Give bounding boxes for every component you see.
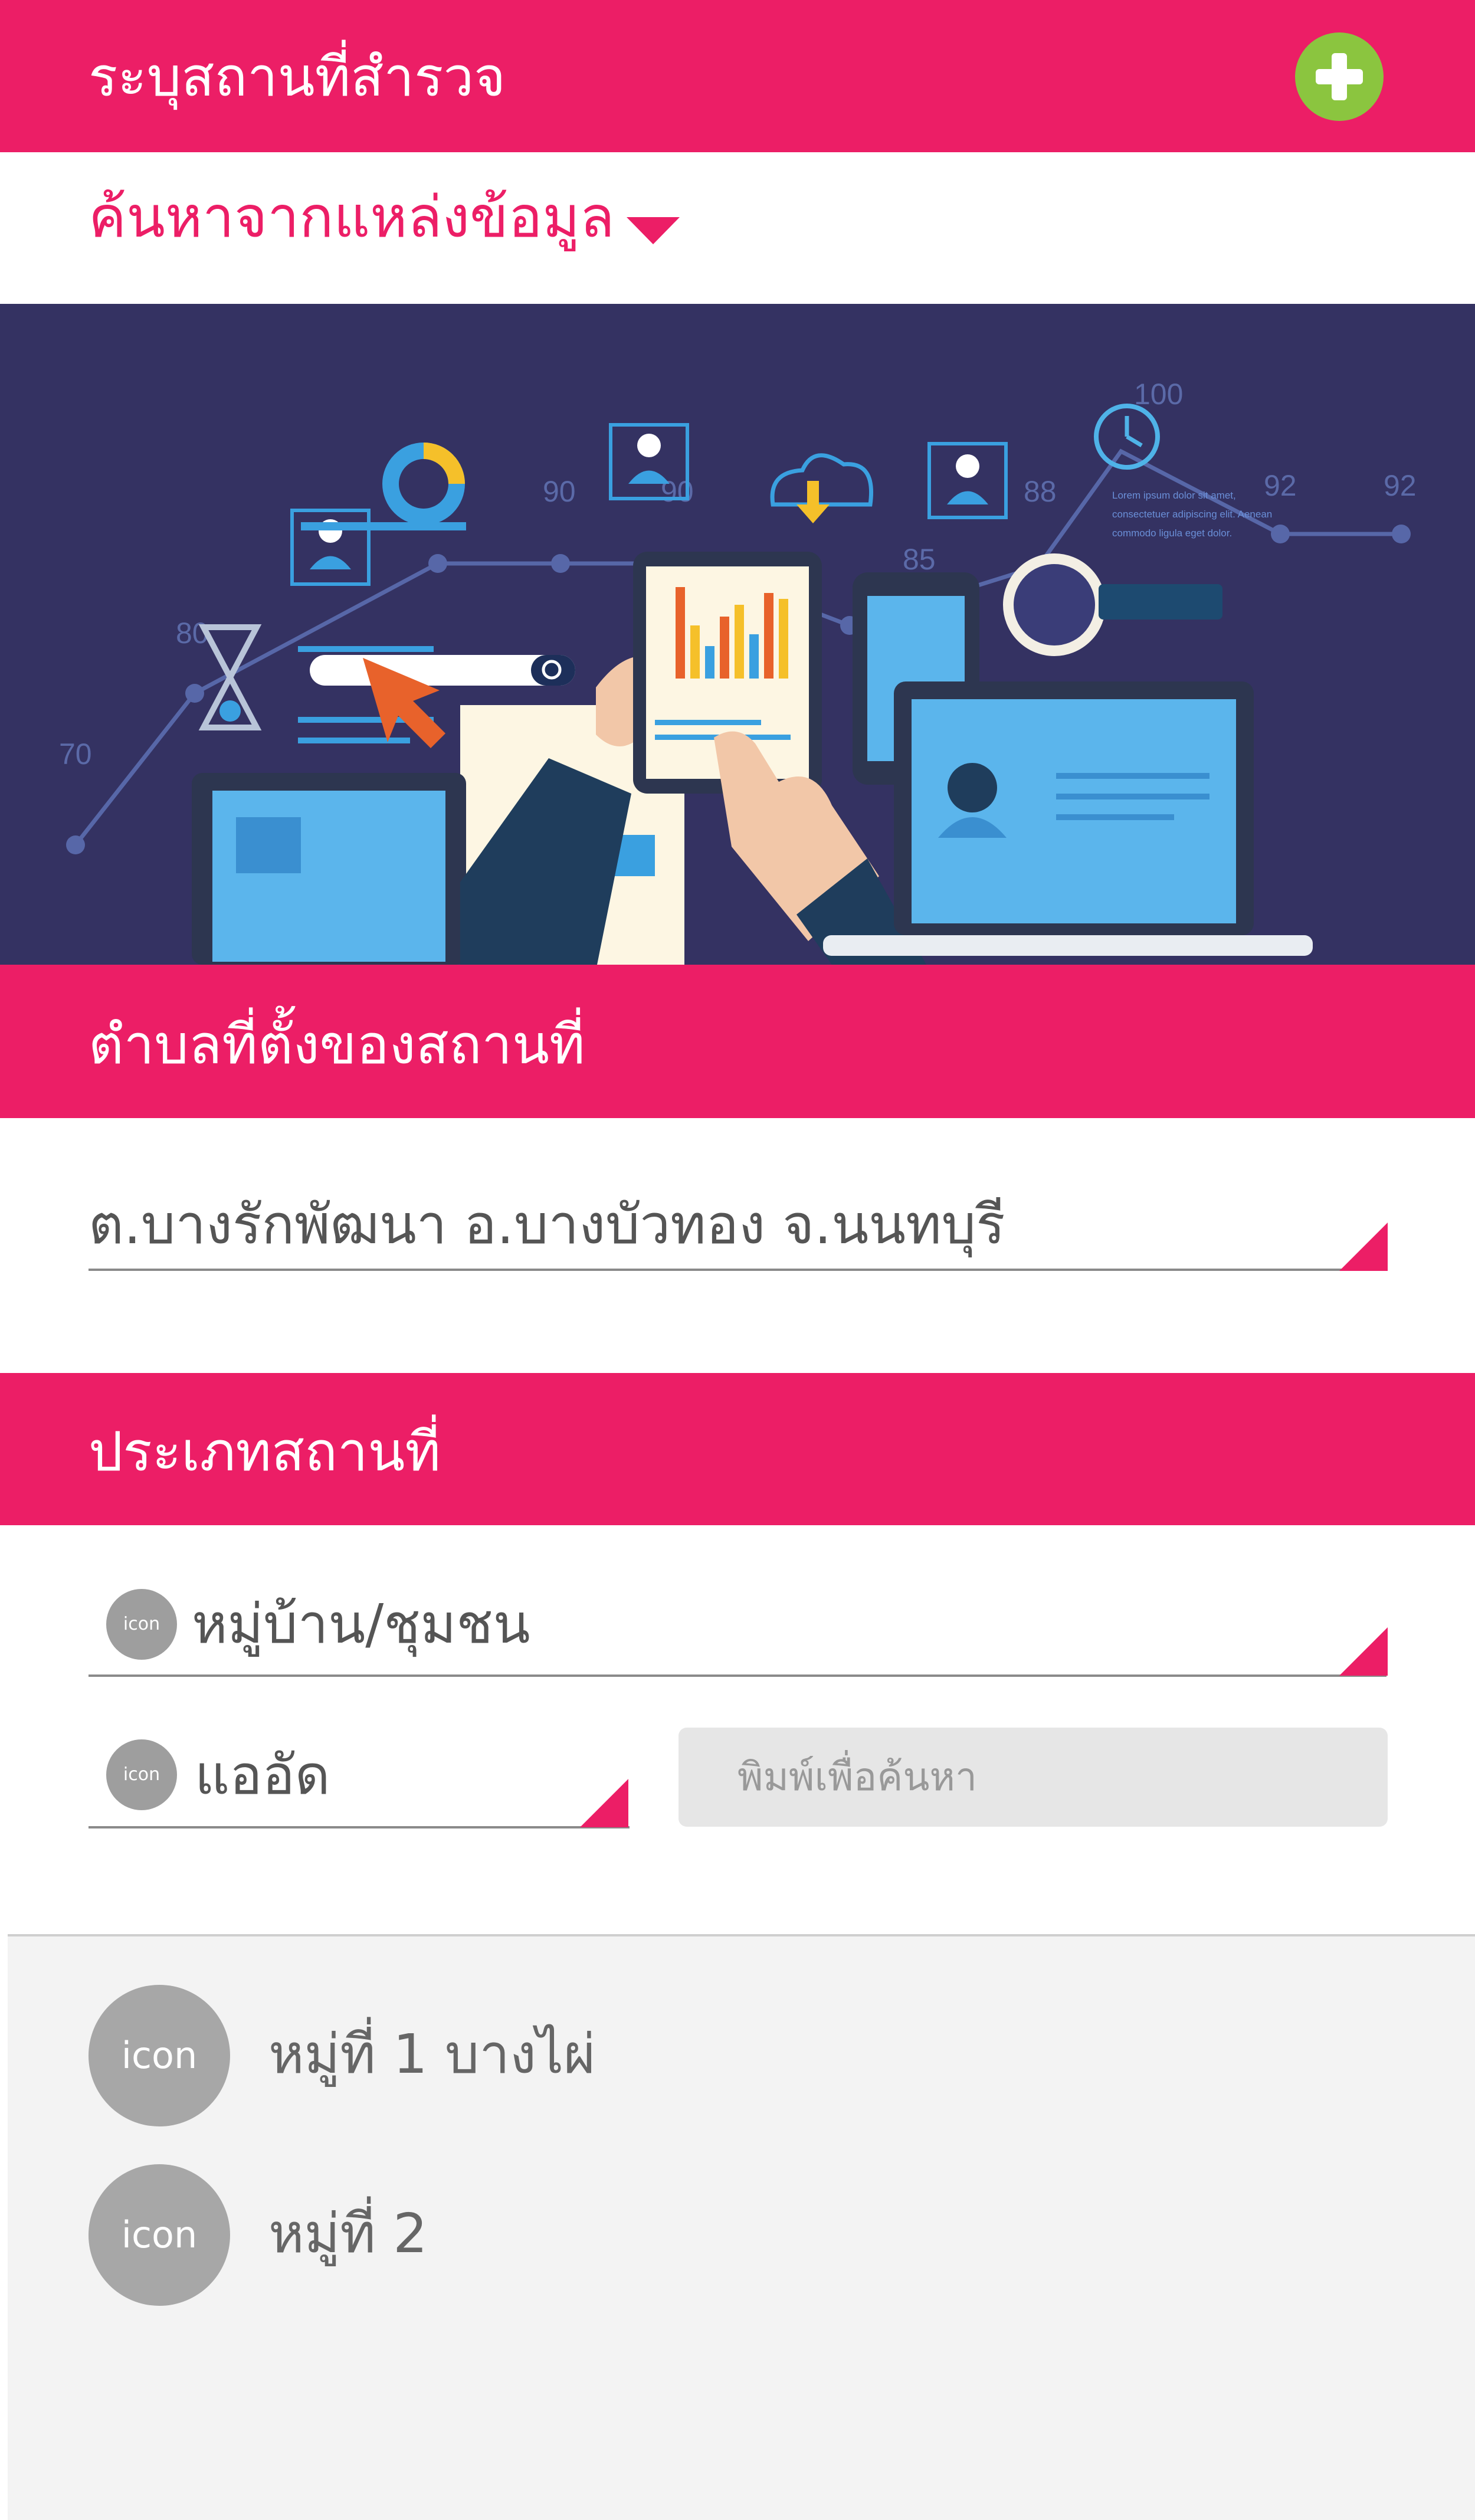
category-dropdown[interactable]: icon หมู่บ้าน/ชุมชน <box>88 1583 1388 1677</box>
subcategory-value: แออัด <box>195 1744 330 1807</box>
location-value: ต.บางรักพัฒนา อ.บางบัวทอง จ.นนทบุรี <box>88 1193 1005 1256</box>
list-item[interactable]: icon หมู่ที่ 1 บางไผ่ <box>88 1985 1386 2126</box>
search-input[interactable]: พิมพ์เพื่อค้นหา <box>678 1728 1388 1827</box>
add-button[interactable] <box>1295 32 1384 121</box>
hero-number: 92 <box>1384 469 1417 502</box>
hero-number: 88 <box>1024 475 1057 508</box>
hero-illustration: 100 90 90 88 85 80 70 92 92 Lorem ipsum … <box>0 304 1475 965</box>
type-section-bar: ประเภทสถานที่ <box>0 1373 1475 1525</box>
header-bar: ระบุสถานที่สำรวจ <box>0 0 1475 152</box>
hero-lorem: Lorem ipsum dolor sit amet, <box>1112 490 1236 501</box>
hero-lorem: consectetuer adipiscing elit. Aenean <box>1112 509 1272 520</box>
result-icon: icon <box>88 2164 230 2306</box>
result-icon: icon <box>88 1985 230 2126</box>
location-underline <box>88 1269 1386 1271</box>
subcategory-icon: icon <box>106 1739 177 1810</box>
result-label: หมู่ที่ 1 บางไผ่ <box>268 2023 596 2086</box>
hero-lorem: commodo ligula eget dolor. <box>1112 527 1232 539</box>
hero-number: 90 <box>543 475 576 508</box>
category-value: หมู่บ้าน/ชุมชน <box>192 1592 530 1656</box>
page-title: ระบุสถานที่สำรวจ <box>88 45 506 109</box>
dropdown-corner-icon <box>1339 1627 1388 1676</box>
list-item[interactable]: icon หมู่ที่ 2 <box>88 2164 1386 2306</box>
dropdown-corner-icon <box>1339 1223 1388 1271</box>
results-list: icon หมู่ที่ 1 บางไผ่ icon หมู่ที่ 2 <box>8 1934 1475 2520</box>
category-icon: icon <box>106 1589 177 1660</box>
hero-number: 85 <box>903 543 936 576</box>
location-section-title: ตำบลที่ตั้งของสถานที่ <box>88 1013 585 1076</box>
source-dropdown[interactable]: ค้นหาจากแหล่งข้อมูล <box>0 152 1475 304</box>
hero-number: 92 <box>1264 469 1297 502</box>
subcategory-underline <box>88 1826 630 1828</box>
category-underline <box>88 1674 1386 1677</box>
dropdown-corner-icon <box>580 1779 628 1827</box>
location-dropdown[interactable]: ต.บางรักพัฒนา อ.บางบัวทอง จ.นนทบุรี <box>88 1192 1388 1274</box>
hero-number: 100 <box>1134 378 1183 411</box>
hero-graphic: 100 90 90 88 85 80 70 92 92 Lorem ipsum … <box>59 378 1417 965</box>
subcategory-dropdown[interactable]: icon แออัด <box>88 1732 630 1829</box>
location-section-bar: ตำบลที่ตั้งของสถานที่ <box>0 965 1475 1118</box>
hero-number: 70 <box>59 738 92 771</box>
caret-down-icon <box>627 217 680 244</box>
source-dropdown-label: ค้นหาจากแหล่งข้อมูล <box>88 184 615 250</box>
type-section-title: ประเภทสถานที่ <box>88 1420 441 1483</box>
result-label: หมู่ที่ 2 <box>268 2202 428 2265</box>
